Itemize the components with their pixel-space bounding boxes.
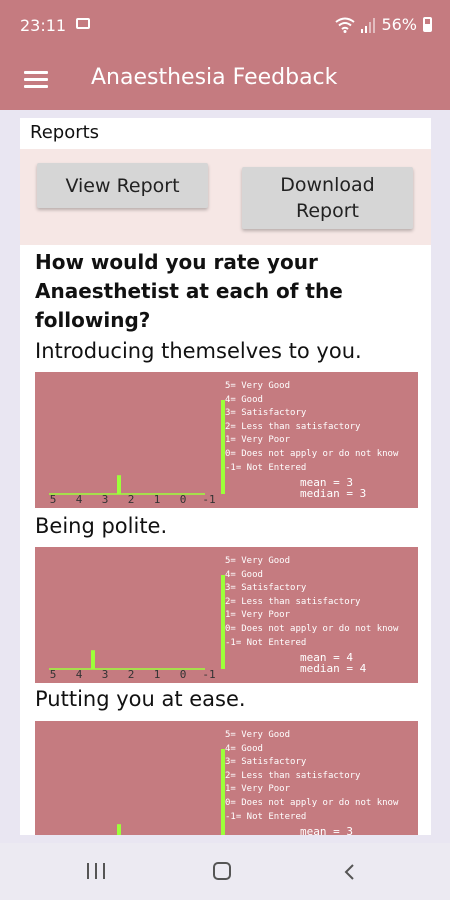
median-label: median = 4 — [300, 662, 367, 675]
back-icon[interactable] — [340, 862, 360, 882]
app-bar: Anaesthesia Feedback — [0, 52, 450, 110]
x-tick-label: 4 — [76, 668, 83, 681]
signal-icon — [361, 17, 376, 33]
x-tick-label: 5 — [50, 668, 57, 681]
legend-entry: -1= Not Entered — [225, 637, 307, 648]
mean-label: mean = 3 — [300, 825, 353, 835]
legend-entry: -1= Not Entered — [225, 462, 307, 473]
legend-entry: 5= Very Good — [225, 381, 291, 391]
x-tick-label: 2 — [128, 668, 135, 681]
status-indicators: 56% — [335, 15, 432, 34]
legend-entry: 1= Very Poor — [225, 784, 291, 795]
battery-icon — [423, 17, 432, 32]
reports-section-label: Reports — [30, 122, 100, 143]
home-icon[interactable] — [213, 862, 231, 880]
battery-percent: 56% — [381, 15, 417, 34]
question-heading: How would you rate your Anaesthetist at … — [35, 250, 343, 332]
report-buttons-panel: View Report Download Report — [20, 149, 431, 245]
legend-entry: 1= Very Poor — [225, 610, 291, 621]
status-time: 23:11 — [20, 16, 67, 35]
median-label: median = 3 — [300, 487, 367, 500]
chart-stats: mean = 4 median = 4 — [300, 652, 366, 674]
chart-stats: mean = 3median = 3 — [300, 826, 366, 835]
legend-entry: 5= Very Good — [225, 556, 291, 566]
chart-title-polite: Being polite. — [35, 514, 168, 538]
x-tick-label: 0 — [180, 668, 187, 681]
gallery-notification-icon — [76, 18, 90, 29]
chart-legend: 5= Very Good 4= Good 3= Satisfactory 2= Les… — [225, 555, 398, 650]
legend-entry: 3= Satisfactory — [225, 583, 307, 594]
hamburger-menu-icon[interactable] — [24, 68, 48, 92]
chart-title-introducing: Introducing themselves to you. — [35, 339, 362, 363]
x-tick-label: 3 — [102, 493, 109, 506]
legend-entry: 4= Good — [225, 743, 263, 754]
chart-stats: mean = 3median = 3 — [300, 477, 366, 499]
legend-entry: 3= Satisfactory — [225, 757, 307, 768]
system-nav-bar — [0, 843, 450, 900]
chart-title-ease: Putting you at ease. — [35, 687, 246, 711]
x-tick-label: 3 — [102, 668, 109, 681]
x-tick-label: 1 — [154, 493, 161, 506]
chart-legend: 5= Very Good 4= Good 3= Satisfactory 2= Les… — [225, 380, 398, 475]
legend-entry: 5= Very Good — [225, 730, 291, 740]
wifi-icon — [335, 17, 356, 33]
x-tick-label: 4 — [76, 493, 83, 506]
bar-3 — [117, 475, 121, 494]
legend-entry: 0= Does not apply or do not know — [225, 448, 399, 459]
download-report-button[interactable]: Download Report — [242, 167, 413, 229]
legend-entry: 0= Does not apply or do not know — [225, 797, 399, 808]
x-tick-label: 2 — [128, 493, 135, 506]
legend-entry: -1= Not Entered — [225, 811, 307, 822]
legend-entry: 3= Satisfactory — [225, 408, 307, 419]
view-report-button[interactable]: View Report — [37, 163, 208, 208]
x-tick-label: 5 — [50, 493, 57, 506]
legend-entry: 0= Does not apply or do not know — [225, 623, 399, 634]
chart-introducing: 5 4 3 2 1 0 -1 5= Very Good 4= Good 3= Satisfacto… — [35, 372, 418, 508]
legend-entry: 1= Very Poor — [225, 435, 291, 446]
x-tick-label: -1 — [202, 493, 215, 506]
bar-4 — [91, 650, 95, 669]
legend-entry: 2= Less than satisfactory — [225, 421, 361, 432]
legend-entry: 2= Less than satisfactory — [225, 770, 361, 781]
chart-polite: 5 4 3 2 1 0 -1 5= Very Good 4= Good 3= Satisfacto… — [35, 547, 418, 683]
chart-legend: 5= Very Good 4= Good 3= Satisfactory 2= Les… — [225, 729, 398, 824]
status-bar: 23:11 56% — [0, 0, 450, 52]
recents-icon[interactable] — [87, 863, 107, 879]
x-tick-label: 0 — [180, 493, 187, 506]
legend-entry: 4= Good — [225, 569, 263, 580]
bar-3 — [117, 824, 121, 835]
legend-entry: 4= Good — [225, 394, 263, 405]
app-title: Anaesthesia Feedback — [91, 65, 338, 90]
x-tick-label: 1 — [154, 668, 161, 681]
chart-ease: 543210-15= Very Good4= Good3= Satisfacto… — [35, 721, 418, 835]
legend-entry: 2= Less than satisfactory — [225, 596, 361, 607]
content-card[interactable]: Reports View Report Download Report How … — [20, 118, 431, 835]
x-tick-label: -1 — [202, 668, 215, 681]
